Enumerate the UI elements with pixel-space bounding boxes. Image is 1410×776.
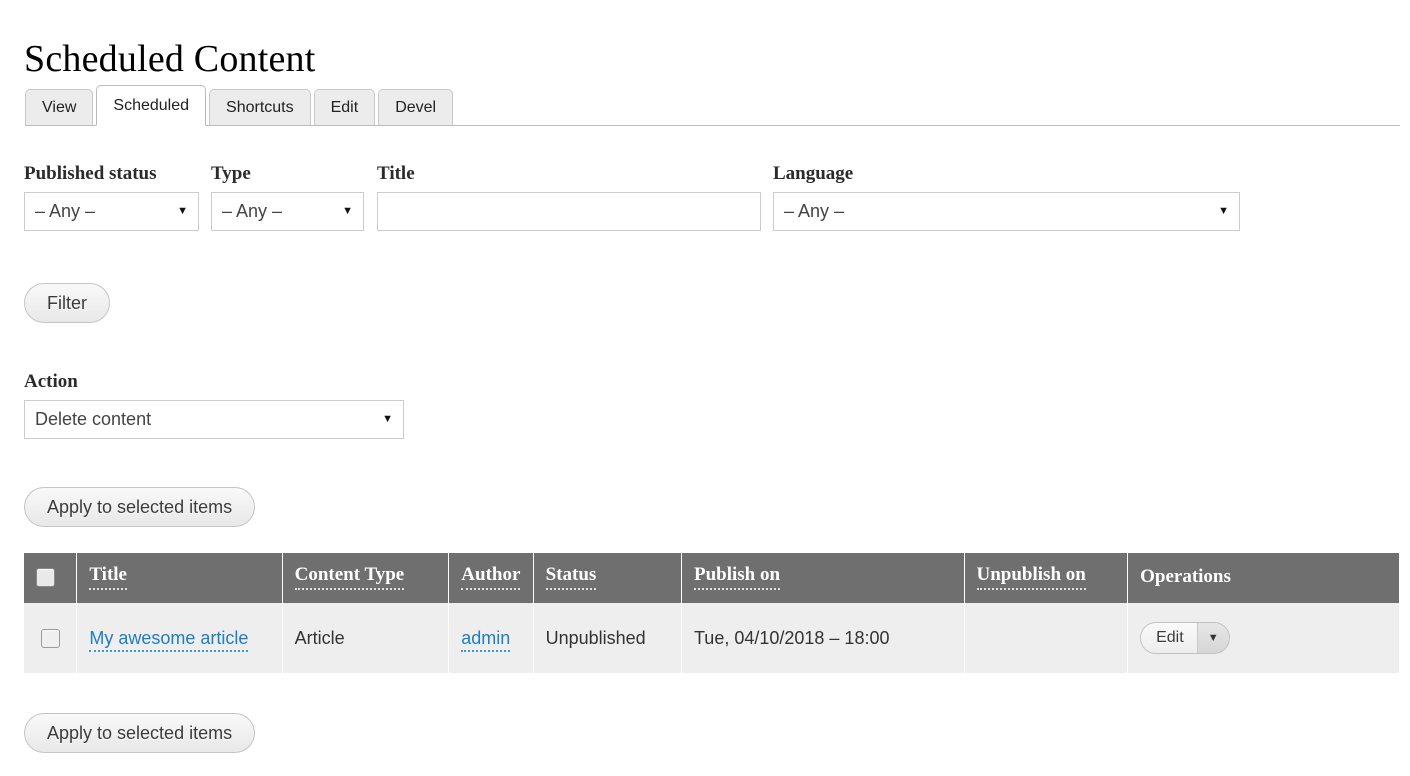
scheduled-content-table: Title Content Type Author Status Publish… (24, 553, 1399, 673)
column-header-unpublish-on-label: Unpublish on (976, 564, 1086, 590)
tab-edit-label: Edit (330, 98, 359, 116)
chevron-down-icon: ▼ (342, 205, 353, 217)
column-header-unpublish-on[interactable]: Unpublish on (964, 553, 1129, 603)
title-input[interactable] (377, 192, 761, 231)
tab-devel-label: Devel (395, 98, 437, 116)
cell-status: Unpublished (533, 603, 682, 673)
column-header-publish-on[interactable]: Publish on (681, 553, 965, 603)
action-region: Action Delete content ▼ (24, 372, 404, 439)
select-all-header (24, 553, 78, 603)
content-title-link[interactable]: My awesome article (89, 627, 249, 652)
tab-shortcuts[interactable]: Shortcuts (209, 89, 311, 125)
type-value: – Any – (222, 201, 283, 221)
cell-content-type: Article (282, 603, 450, 673)
chevron-down-icon: ▼ (1218, 205, 1229, 217)
action-label: Action (24, 371, 78, 392)
published-status-label: Published status (24, 163, 157, 184)
action-value: Delete content (35, 409, 152, 429)
apply-to-selected-items-button-bottom[interactable]: Apply to selected items (24, 713, 256, 753)
field-language: Language – Any – ▼ (773, 164, 1240, 231)
column-header-operations-label: Operations (1140, 566, 1231, 587)
primary-tabs: View Scheduled Shortcuts Edit Devel (25, 84, 1400, 126)
author-link[interactable]: admin (461, 627, 511, 652)
checkbox-icon[interactable] (36, 568, 55, 588)
column-header-status-label: Status (545, 564, 597, 590)
published-status-value: – Any – (35, 201, 96, 221)
language-value: – Any – (784, 201, 845, 221)
title-filter-label: Title (377, 163, 415, 184)
table-header-row: Title Content Type Author Status Publish… (24, 553, 1399, 603)
apply-bottom-label: Apply to selected items (47, 722, 233, 743)
column-header-author-label: Author (461, 564, 521, 590)
chevron-down-icon: ▼ (177, 205, 188, 217)
table-body: My awesome article Article admin Unpubli… (24, 603, 1399, 673)
chevron-down-icon: ▼ (382, 413, 393, 425)
table-row: My awesome article Article admin Unpubli… (24, 603, 1399, 673)
published-status-select[interactable]: – Any – ▼ (24, 192, 199, 231)
tab-devel[interactable]: Devel (378, 89, 454, 125)
filter-button[interactable]: Filter (24, 283, 110, 323)
row-select-cell (24, 603, 78, 673)
column-header-title[interactable]: Title (76, 553, 283, 603)
apply-top-label: Apply to selected items (47, 496, 233, 517)
language-label: Language (773, 163, 854, 184)
cell-operations: Edit ▼ (1127, 603, 1399, 673)
apply-to-selected-items-button-top[interactable]: Apply to selected items (24, 487, 256, 527)
column-header-content-type-label: Content Type (294, 564, 405, 590)
type-select[interactable]: – Any – ▼ (211, 192, 364, 231)
column-header-content-type[interactable]: Content Type (282, 553, 450, 603)
edit-button[interactable]: Edit (1141, 623, 1197, 653)
column-header-publish-on-label: Publish on (693, 564, 781, 590)
table-header: Title Content Type Author Status Publish… (24, 553, 1399, 603)
tab-scheduled-label: Scheduled (113, 96, 190, 114)
field-type: Type – Any – ▼ (211, 164, 364, 231)
column-header-status[interactable]: Status (533, 553, 682, 603)
chevron-down-icon[interactable]: ▼ (1196, 623, 1229, 653)
cell-unpublish-on (964, 603, 1129, 673)
scheduled-content-page: Scheduled Content View Scheduled Shortcu… (0, 0, 1410, 776)
column-header-author[interactable]: Author (448, 553, 534, 603)
checkbox-icon[interactable] (40, 629, 60, 649)
cell-title: My awesome article (76, 603, 283, 673)
field-published-status: Published status – Any – ▼ (24, 164, 199, 231)
type-label: Type (211, 163, 251, 184)
action-select[interactable]: Delete content ▼ (24, 400, 404, 439)
tab-view[interactable]: View (25, 89, 94, 125)
tab-scheduled[interactable]: Scheduled (96, 85, 207, 126)
tab-shortcuts-label: Shortcuts (226, 98, 294, 116)
field-title: Title (377, 164, 761, 231)
language-select[interactable]: – Any – ▼ (773, 192, 1240, 231)
page-title: Scheduled Content (24, 38, 316, 81)
cell-publish-on: Tue, 04/10/2018 – 18:00 (681, 603, 965, 673)
cell-author: admin (448, 603, 534, 673)
column-header-title-label: Title (89, 564, 127, 590)
tab-edit[interactable]: Edit (313, 89, 376, 125)
column-header-operations: Operations (1127, 553, 1399, 603)
filter-button-label: Filter (47, 292, 87, 313)
operations-split-button[interactable]: Edit ▼ (1140, 622, 1230, 654)
tab-view-label: View (42, 98, 77, 116)
